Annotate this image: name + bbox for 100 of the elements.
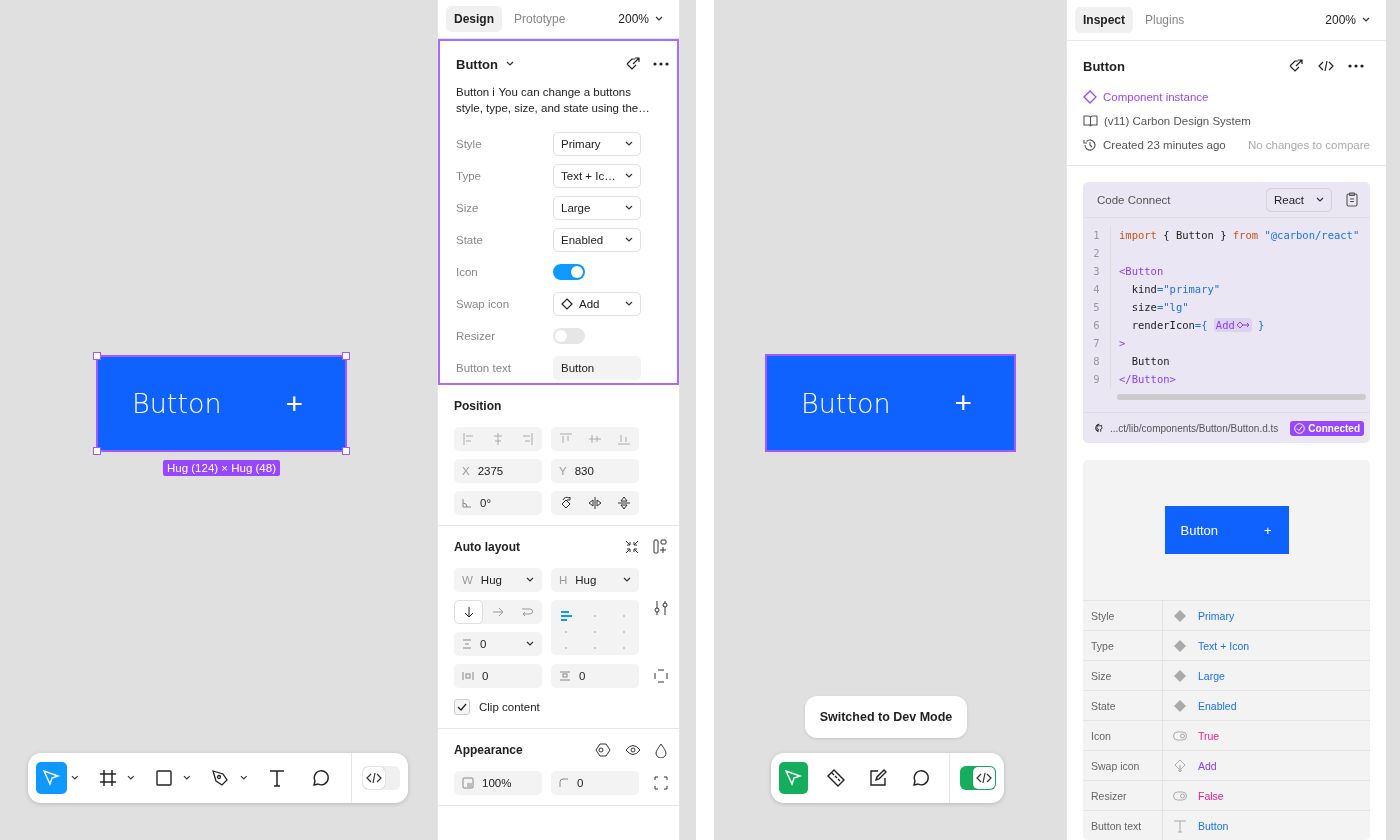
property-name: Resizer (1083, 781, 1163, 810)
checkbox-label: Clip content (479, 701, 540, 713)
sliders-icon[interactable] (654, 600, 668, 616)
size-badge: Hug (124) × Hug (48) (163, 460, 280, 476)
property-label: Type (456, 170, 482, 182)
y-input[interactable]: Y 830 (551, 459, 639, 483)
diamond-icon (1173, 668, 1187, 683)
corner-radius-input[interactable]: 0 (551, 771, 639, 795)
caret-icon (655, 16, 663, 22)
panel-tab[interactable]: Prototype (506, 6, 574, 32)
instance-swap-dropdown[interactable]: Add (553, 292, 641, 316)
opacity-input[interactable]: 100% (454, 771, 542, 795)
width-dropdown[interactable]: W Hug (454, 568, 542, 592)
property-dropdown[interactable]: Large (553, 196, 641, 220)
component-description: Button ℹ You can change a buttons style, type, size, and state using the… (456, 85, 651, 116)
property-label: Style (456, 138, 483, 150)
flip-horizontal-icon[interactable] (588, 496, 602, 510)
code-line: <Button (1118, 265, 1164, 277)
corners-icon[interactable] (654, 776, 668, 790)
caret-icon (625, 301, 633, 307)
eye-icon[interactable] (625, 744, 641, 756)
more-icon[interactable] (653, 62, 669, 66)
dev-mode-toggle[interactable] (960, 766, 996, 790)
text-input[interactable]: Button (553, 356, 641, 380)
zoom-dropdown[interactable]: 200% (1317, 9, 1378, 31)
spacing-icon (462, 639, 472, 649)
horizontal-padding-input[interactable]: 0 (454, 664, 542, 688)
clip-content-checkbox[interactable] (454, 699, 470, 715)
dev-mode-toggle[interactable] (361, 766, 400, 790)
caret-icon (505, 61, 514, 67)
line-number: 5 (1083, 298, 1111, 316)
caret-icon (625, 205, 633, 211)
code-icon[interactable] (1318, 60, 1334, 72)
property-dropdown[interactable]: Primary (553, 132, 641, 156)
corner-icon (559, 778, 569, 788)
code-line: </Button> (1118, 373, 1176, 385)
vertical-direction-button[interactable] (454, 600, 484, 624)
scrollbar[interactable] (1117, 394, 1366, 400)
layout-add-icon[interactable] (653, 539, 667, 555)
property-switch[interactable] (553, 264, 585, 280)
property-dropdown[interactable]: Enabled (553, 228, 641, 252)
component-type[interactable]: Component instance (1103, 90, 1209, 103)
section-title: Auto layout (454, 540, 520, 554)
diamond-icon (1173, 638, 1187, 653)
line-number: 6 (1083, 316, 1111, 334)
rotation-input[interactable]: 0° (454, 491, 542, 515)
check-icon (457, 703, 467, 711)
x-input[interactable]: X 2375 (454, 459, 542, 483)
property-switch[interactable] (553, 328, 585, 344)
caret-icon[interactable] (70, 775, 79, 781)
flip-vertical-icon[interactable] (617, 496, 632, 510)
property-value: Enabled (1198, 699, 1237, 712)
tag-link-icon[interactable] (1288, 58, 1304, 74)
caret-icon (1362, 17, 1370, 23)
property-name: Style (1083, 601, 1163, 630)
resize-handle[interactable] (93, 352, 101, 360)
diamond-icon (1173, 608, 1187, 623)
arrow-down-icon (462, 606, 475, 618)
line-number: 4 (1083, 280, 1111, 298)
padding-icon[interactable] (654, 669, 668, 683)
collapse-icon[interactable] (625, 540, 639, 554)
line-number: 9 (1083, 370, 1111, 388)
property-name: Swap icon (1083, 751, 1163, 780)
code-line: size="lg" (1130, 301, 1189, 313)
resize-handle[interactable] (342, 447, 350, 455)
button-label: Button (801, 387, 891, 419)
zoom-dropdown[interactable]: 200% (610, 8, 671, 30)
gap-input[interactable]: 0 (454, 632, 542, 656)
blend-icon[interactable] (595, 743, 611, 757)
caret-icon[interactable] (183, 775, 191, 781)
toast-message: Switched to Dev Mode (805, 696, 967, 738)
caret-icon[interactable] (239, 775, 248, 781)
card-title: Code Connect (1097, 193, 1171, 206)
arrow-right-icon (492, 606, 504, 618)
file-path[interactable]: ...ct/lib/components/Button/Button.d.ts (1109, 422, 1279, 434)
caret-icon[interactable] (127, 775, 135, 781)
resize-handle[interactable] (93, 447, 101, 455)
line-number: 1 (1083, 226, 1111, 244)
panel-tab[interactable]: Inspect (1075, 7, 1133, 33)
history-icon (1083, 137, 1097, 152)
resize-handle[interactable] (342, 352, 350, 360)
property-name: Size (1083, 661, 1163, 690)
vertical-padding-input[interactable]: 0 (551, 664, 639, 688)
component-title[interactable]: Button (456, 56, 514, 72)
height-dropdown[interactable]: H Hug (551, 568, 639, 592)
line-number: 7 (1083, 334, 1111, 352)
section-title: Position (454, 399, 502, 413)
property-value: Add (1198, 759, 1217, 772)
code-line: renderIcon={ Add } (1130, 318, 1265, 332)
pointer-tool-button[interactable] (779, 762, 808, 794)
panel-tab[interactable]: Plugins (1137, 7, 1193, 33)
tag-link-icon[interactable] (625, 56, 641, 72)
clipboard-icon[interactable] (1346, 192, 1358, 207)
drop-icon[interactable] (655, 742, 667, 758)
panel-tab[interactable]: Design (446, 6, 502, 32)
property-name: State (1083, 691, 1163, 720)
more-icon[interactable] (1348, 64, 1364, 68)
language-dropdown[interactable]: React (1265, 187, 1332, 212)
compare-note: No changes to compare (1247, 138, 1370, 151)
property-dropdown[interactable]: Text + Ic… (553, 164, 641, 188)
